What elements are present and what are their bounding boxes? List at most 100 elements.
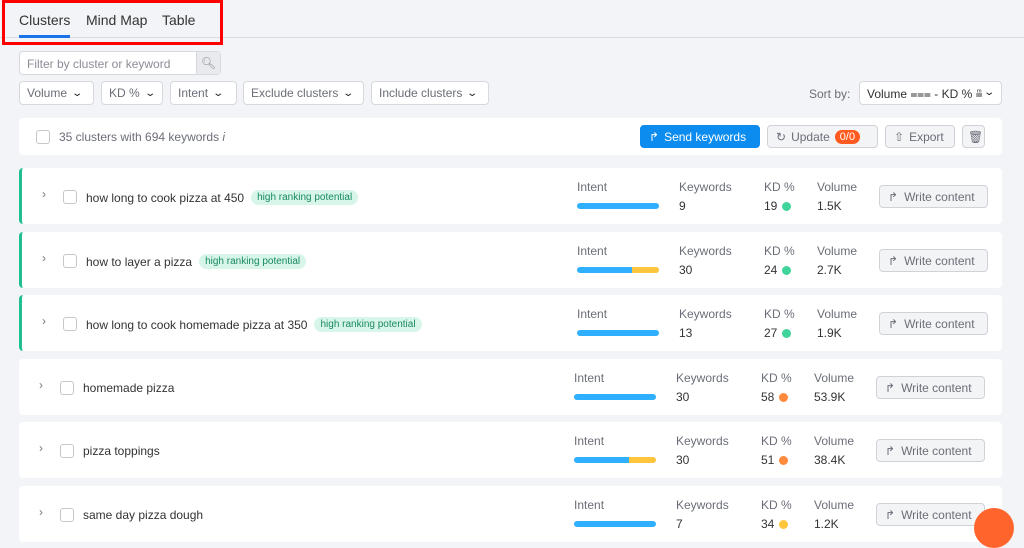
chevron-down-icon: ⌄ — [466, 87, 479, 99]
cluster-row[interactable]: › same day pizza dough Intent Keywords 7… — [19, 486, 1002, 542]
expand-chevron-icon[interactable]: › — [42, 251, 46, 265]
trash-icon: 🗑︎ — [968, 129, 984, 144]
expand-chevron-icon[interactable]: › — [39, 378, 43, 392]
highlight-box — [2, 0, 223, 45]
search-button[interactable]: 🔍︎ — [196, 52, 220, 74]
volume-value: 53.9K — [814, 390, 846, 404]
clusters-summary: 35 clusters with 694 keywords i — [59, 130, 225, 144]
button-label: Write content — [901, 443, 972, 458]
filter-volume[interactable]: Volume ⌄ — [19, 81, 94, 105]
chevron-down-icon: ⌄ — [212, 87, 225, 99]
keywords-count: 30 — [676, 453, 690, 467]
filter-label: Volume — [27, 86, 68, 100]
summary-text: 35 clusters with 694 keywords — [59, 130, 220, 144]
volume-value: 1.5K — [817, 199, 842, 213]
write-content-button[interactable]: ↱ Write content — [879, 249, 988, 272]
filter-intent[interactable]: Intent ⌄ — [170, 81, 237, 105]
delete-button[interactable]: 🗑︎ — [962, 125, 985, 148]
chevron-down-icon: ⌄ — [342, 87, 355, 99]
expand-chevron-icon[interactable]: › — [39, 505, 43, 519]
share-arrow-icon: ↱ — [885, 507, 896, 522]
volume-value: 2.7K — [817, 263, 842, 277]
cluster-name-text: how to layer a pizza — [86, 254, 193, 269]
expand-chevron-icon[interactable]: › — [42, 187, 46, 201]
cluster-name[interactable]: how long to cook homemade pizza at 350 hi… — [86, 317, 422, 332]
write-content-button[interactable]: ↱ Write content — [876, 439, 985, 462]
cluster-row[interactable]: › pizza toppings Intent Keywords 30 KD %… — [19, 422, 1002, 478]
write-content-button[interactable]: ↱ Write content — [876, 503, 985, 526]
row-checkbox[interactable] — [60, 381, 74, 395]
cluster-row[interactable]: › how to layer a pizza high ranking poten… — [19, 232, 1002, 288]
filter-exclude-clusters[interactable]: Exclude clusters ⌄ — [243, 81, 364, 105]
row-checkbox[interactable] — [63, 317, 77, 331]
cluster-name[interactable]: pizza toppings — [83, 444, 160, 458]
share-arrow-icon: ↱ — [885, 443, 896, 458]
write-content-button[interactable]: ↱ Write content — [879, 312, 988, 335]
cluster-row[interactable]: › homemade pizza Intent Keywords 30 KD %… — [19, 359, 1002, 415]
intent-bar — [577, 203, 659, 209]
cluster-row[interactable]: › how long to cook homemade pizza at 350… — [19, 295, 1002, 351]
filter-include-clusters[interactable]: Include clusters ⌄ — [371, 81, 489, 105]
update-button[interactable]: ↻ Update 0/0 — [767, 125, 878, 148]
share-arrow-icon: ↱ — [649, 129, 660, 144]
write-content-button[interactable]: ↱ Write content — [879, 185, 988, 208]
intent-informational-segment — [574, 521, 656, 527]
cluster-name-text: same day pizza dough — [83, 508, 204, 522]
filter-kd[interactable]: KD % ⌄ — [101, 81, 163, 105]
cluster-row[interactable]: › how long to cook pizza at 450 high rank… — [19, 168, 1002, 224]
search-placeholder: Filter by cluster or keyword — [27, 57, 171, 71]
expand-chevron-icon[interactable]: › — [42, 314, 46, 328]
cluster-name-text: how long to cook pizza at 450 — [86, 190, 245, 205]
cluster-name[interactable]: how to layer a pizza high ranking potenti… — [86, 254, 307, 269]
button-label: Write content — [904, 189, 975, 204]
sort-select[interactable]: Volume ⩶ - KD % ≞ ⌄ — [859, 81, 1002, 105]
info-icon[interactable]: i — [222, 130, 225, 144]
kd-value: 27 — [764, 326, 792, 340]
kd-number: 19 — [764, 199, 778, 213]
keywords-label: Keywords — [679, 307, 732, 321]
row-checkbox[interactable] — [60, 444, 74, 458]
kd-dot-icon — [779, 392, 789, 402]
intent-label: Intent — [574, 434, 605, 448]
cluster-name[interactable]: same day pizza dough — [83, 508, 203, 522]
keywords-count: 9 — [679, 199, 686, 213]
update-badge: 0/0 — [834, 129, 861, 144]
expand-chevron-icon[interactable]: › — [39, 441, 43, 455]
intent-commercial-segment — [631, 267, 659, 273]
kd-number: 34 — [761, 517, 775, 531]
chat-widget-button[interactable] — [974, 508, 1014, 548]
row-checkbox[interactable] — [60, 508, 74, 522]
button-label: Write content — [901, 507, 972, 522]
intent-label: Intent — [574, 498, 605, 512]
search-input[interactable]: Filter by cluster or keyword 🔍︎ — [19, 51, 221, 75]
select-all-checkbox[interactable] — [36, 130, 50, 144]
filter-label: Include clusters — [379, 86, 463, 100]
cluster-name[interactable]: how long to cook pizza at 450 high rankin… — [86, 190, 359, 205]
keywords-count: 30 — [679, 263, 693, 277]
row-checkbox[interactable] — [63, 254, 77, 268]
kd-label: KD % — [761, 498, 792, 512]
sort-label: Sort by: — [809, 87, 851, 101]
send-keywords-button[interactable]: ↱ Send keywords — [640, 125, 760, 148]
kd-label: KD % — [764, 244, 795, 258]
export-button[interactable]: ⇧ Export — [885, 125, 955, 148]
row-checkbox[interactable] — [63, 190, 77, 204]
kd-value: 51 — [761, 453, 789, 467]
refresh-icon: ↻ — [776, 129, 787, 144]
keywords-label: Keywords — [676, 371, 729, 385]
write-content-button[interactable]: ↱ Write content — [876, 376, 985, 399]
kd-number: 24 — [764, 263, 778, 277]
chevron-down-icon: ⌄ — [71, 87, 84, 99]
cluster-name[interactable]: homemade pizza — [83, 381, 174, 395]
kd-dot-icon — [782, 201, 792, 211]
sort-value: Volume ⩶ - KD % ≞ — [867, 87, 983, 101]
intent-informational-segment — [577, 203, 659, 209]
kd-label: KD % — [764, 307, 795, 321]
kd-label: KD % — [761, 434, 792, 448]
volume-label: Volume — [814, 371, 855, 385]
kd-dot-icon — [782, 328, 792, 338]
keywords-count: 13 — [679, 326, 693, 340]
button-label: Send keywords — [664, 129, 747, 144]
kd-value: 24 — [764, 263, 792, 277]
share-arrow-icon: ↱ — [888, 316, 899, 331]
